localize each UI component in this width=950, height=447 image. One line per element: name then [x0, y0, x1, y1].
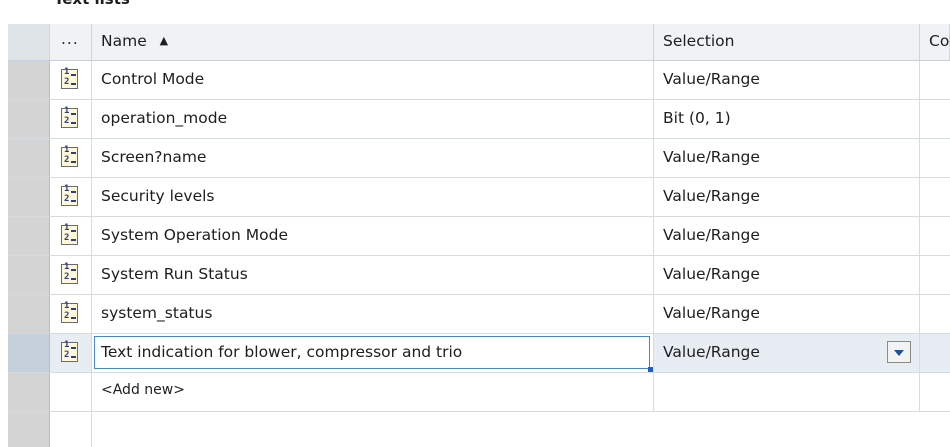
table-row[interactable]: Security levels Value/Range — [8, 178, 950, 217]
name-cell[interactable]: System Operation Mode — [92, 217, 654, 255]
text-list-icon — [61, 223, 78, 245]
text-list-icon — [61, 145, 78, 167]
header-icon-column[interactable]: ... — [50, 24, 92, 60]
name-edit-input[interactable]: Text indication for blower, compressor a… — [94, 336, 653, 372]
add-new-cell[interactable]: <Add new> — [92, 373, 654, 411]
row-selector[interactable] — [8, 373, 50, 411]
sort-ascending-icon: ▲ — [159, 34, 169, 47]
table-row[interactable]: system_status Value/Range — [8, 295, 950, 334]
name-cell[interactable]: operation_mode — [92, 100, 654, 138]
text-list-icon — [61, 340, 78, 362]
selection-cell[interactable]: Value/Range — [654, 295, 920, 333]
selection-cell[interactable]: Value/Range — [654, 61, 920, 99]
row-selector[interactable] — [8, 412, 50, 447]
name-cell[interactable]: Text indication for blower, compressor a… — [92, 334, 654, 372]
selection-cell[interactable]: Value/Range — [654, 217, 920, 255]
row-selector[interactable] — [8, 100, 50, 138]
text-list-icon — [61, 184, 78, 206]
table-row[interactable]: System Run Status Value/Range — [8, 256, 950, 295]
table-row[interactable]: Screen?name Value/Range — [8, 139, 950, 178]
row-selector[interactable] — [8, 139, 50, 177]
selection-cell[interactable]: Value/Range — [654, 139, 920, 177]
name-cell[interactable]: Security levels — [92, 178, 654, 216]
text-list-icon — [61, 262, 78, 284]
header-next-column[interactable]: Co — [920, 24, 950, 60]
name-cell[interactable]: system_status — [92, 295, 654, 333]
cell-fill-handle[interactable] — [648, 367, 653, 372]
text-lists-table: ... Name ▲ Selection Co Control Mode Val… — [8, 24, 950, 447]
panel-title-strip: Text lists — [0, 0, 950, 10]
table-row[interactable]: System Operation Mode Value/Range — [8, 217, 950, 256]
text-list-icon — [61, 106, 78, 128]
name-cell[interactable]: Screen?name — [92, 139, 654, 177]
add-new-row[interactable]: <Add new> — [8, 373, 950, 412]
selection-dropdown-button[interactable] — [887, 341, 911, 363]
selection-cell[interactable]: Bit (0, 1) — [654, 100, 920, 138]
header-next-label: Co — [929, 32, 950, 50]
name-cell[interactable]: System Run Status — [92, 256, 654, 294]
row-selector[interactable] — [8, 61, 50, 99]
header-selection-label: Selection — [663, 32, 735, 50]
row-selector[interactable] — [8, 217, 50, 255]
row-selector[interactable] — [8, 178, 50, 216]
text-list-icon — [61, 67, 78, 89]
table-row[interactable]: Control Mode Value/Range — [8, 61, 950, 100]
empty-row — [8, 412, 950, 447]
selection-cell[interactable]: Value/Range — [654, 178, 920, 216]
panel-title: Text lists — [54, 0, 130, 8]
row-selector[interactable] — [8, 256, 50, 294]
add-new-label: <Add new> — [101, 382, 185, 398]
text-list-icon — [61, 301, 78, 323]
table-row[interactable]: operation_mode Bit (0, 1) — [8, 100, 950, 139]
row-selector[interactable] — [8, 334, 50, 372]
header-icon-label: ... — [61, 30, 79, 48]
header-selection-column[interactable]: Selection — [654, 24, 920, 60]
name-cell[interactable]: Control Mode — [92, 61, 654, 99]
header-row-selector[interactable] — [8, 24, 50, 60]
table-header: ... Name ▲ Selection Co — [8, 24, 950, 61]
row-selector[interactable] — [8, 295, 50, 333]
header-name-column[interactable]: Name ▲ — [92, 24, 654, 60]
selection-cell[interactable]: Value/Range — [654, 334, 920, 372]
table-row-editing[interactable]: Text indication for blower, compressor a… — [8, 334, 950, 373]
header-name-label: Name — [101, 32, 147, 50]
selection-cell[interactable]: Value/Range — [654, 256, 920, 294]
